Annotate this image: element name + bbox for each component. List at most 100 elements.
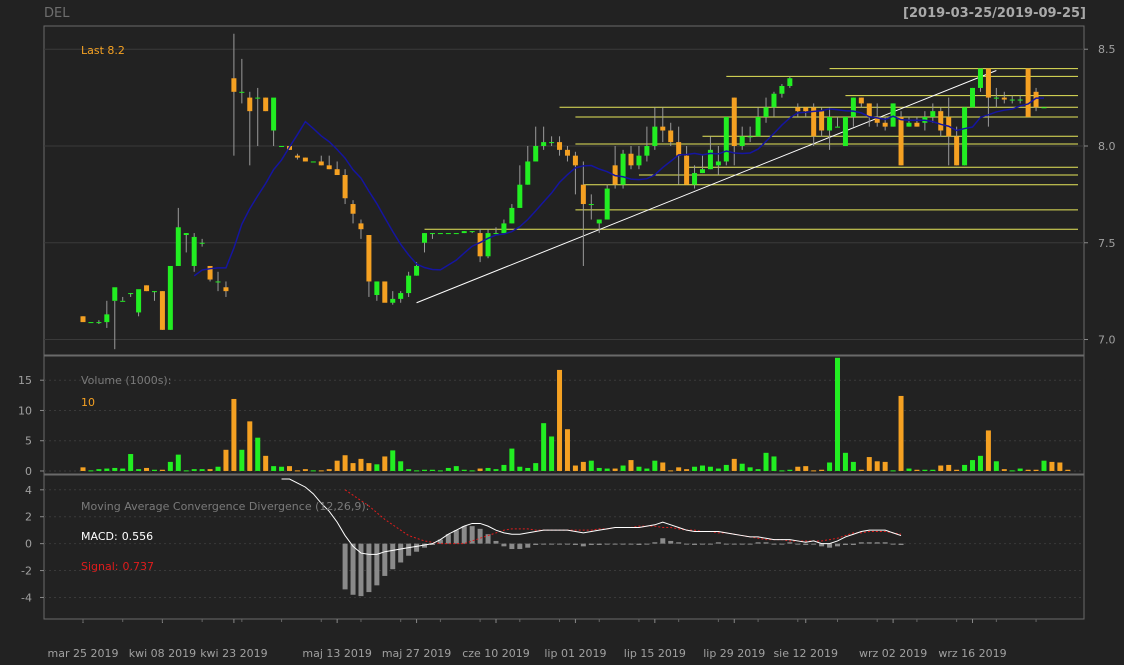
macd-histogram-bar (676, 542, 682, 544)
volume-bar (358, 458, 364, 471)
volume-bar (112, 467, 118, 471)
candle-body (112, 287, 118, 301)
volume-bar (572, 465, 578, 471)
macd-histogram-bar (763, 542, 769, 544)
price-y-tick-label: 8.5 (1098, 43, 1116, 56)
candle-body (692, 173, 698, 185)
candle-body (620, 153, 626, 185)
candle-body (763, 107, 769, 117)
candle-body (191, 236, 197, 266)
volume-bar (977, 455, 983, 471)
volume-bar (699, 465, 705, 471)
macd-histogram-bar (350, 543, 356, 595)
candle-body (334, 169, 340, 176)
macd-histogram-bar (866, 542, 872, 544)
macd-value-label: MACD: 0.556 (81, 530, 153, 543)
macd-histogram-bar (453, 530, 459, 544)
volume-bar (215, 466, 221, 471)
volume-bar (588, 460, 594, 471)
volume-bar (993, 461, 999, 471)
macd-histogram-bar (668, 540, 674, 544)
price-y-tick-label: 7.0 (1098, 334, 1116, 347)
candle-body (525, 161, 531, 185)
volume-bar (191, 469, 197, 471)
macd-histogram-bar (842, 543, 848, 545)
candle-body (771, 93, 777, 108)
candle-body (263, 97, 269, 112)
volume-bar (382, 456, 388, 471)
volume-bar (159, 469, 165, 471)
candle-body (533, 145, 539, 162)
candle-body (977, 68, 983, 88)
macd-histogram-bar (549, 543, 555, 545)
volume-bar (755, 469, 761, 471)
volume-bar (374, 464, 380, 471)
candle-body (1001, 97, 1007, 100)
candle-body (279, 145, 285, 147)
macd-histogram-bar (787, 542, 793, 544)
volume-bar (445, 467, 451, 471)
x-tick-label: mar 25 2019 (48, 647, 119, 660)
candle-body (699, 169, 705, 174)
volume-bar (922, 469, 928, 471)
candle-body (453, 233, 459, 235)
macd-histogram-bar (652, 542, 658, 544)
volume-panel-frame (43, 355, 1085, 475)
x-tick-label: cze 10 2019 (462, 647, 530, 660)
macd-histogram-bar (811, 543, 817, 545)
macd-histogram-bar (374, 543, 380, 586)
macd-histogram-bar (541, 543, 547, 545)
volume-bar (612, 468, 618, 471)
candle-body (159, 291, 165, 330)
candle-body (151, 291, 157, 293)
candle-body (676, 142, 682, 156)
candle-body (985, 68, 991, 98)
volume-bar (549, 436, 555, 471)
candle-body (755, 116, 761, 137)
candle-body (866, 103, 872, 117)
volume-bar (279, 466, 285, 471)
candle-body (819, 111, 825, 131)
macd-histogram-bar (366, 543, 372, 593)
candle-body (414, 265, 420, 276)
candle-body (104, 314, 110, 323)
volume-bar (183, 470, 189, 472)
candle-body (120, 300, 126, 302)
macd-y-tick-label: 4 (25, 484, 32, 497)
macd-histogram-bar (414, 543, 420, 552)
volume-bar (398, 461, 404, 471)
volume-bar (962, 464, 968, 471)
volume-bar (835, 357, 841, 471)
macd-histogram-bar (739, 543, 745, 545)
macd-histogram-bar (572, 543, 578, 545)
macd-histogram-bar (827, 543, 833, 548)
candle-body (88, 322, 94, 324)
volume-bar (88, 470, 94, 472)
volume-bar (652, 460, 658, 471)
candle-body (199, 242, 205, 244)
volume-bar (231, 398, 237, 471)
candle-body (247, 97, 253, 112)
candle-body (787, 78, 793, 86)
volume-bar (422, 469, 428, 471)
candle-body (684, 155, 690, 185)
candle-body (1009, 99, 1015, 101)
candle-body (747, 136, 753, 138)
candle-body (477, 233, 483, 257)
candle-body (636, 155, 642, 166)
volume-bar (1057, 462, 1063, 471)
candle-body (644, 145, 650, 156)
candle-body (390, 298, 396, 303)
macd-histogram-bar (596, 543, 602, 545)
candle-body (541, 142, 547, 146)
volume-bar (803, 466, 809, 471)
macd-histogram-bar (779, 543, 785, 545)
candle-body (318, 161, 324, 166)
volume-bar (104, 468, 110, 471)
volume-bar (414, 470, 420, 472)
volume-bar (477, 468, 483, 471)
candle-body (850, 97, 856, 117)
macd-signal-line (344, 489, 902, 545)
macd-histogram-bar (604, 543, 610, 545)
price-y-tick-label: 7.5 (1098, 237, 1116, 250)
